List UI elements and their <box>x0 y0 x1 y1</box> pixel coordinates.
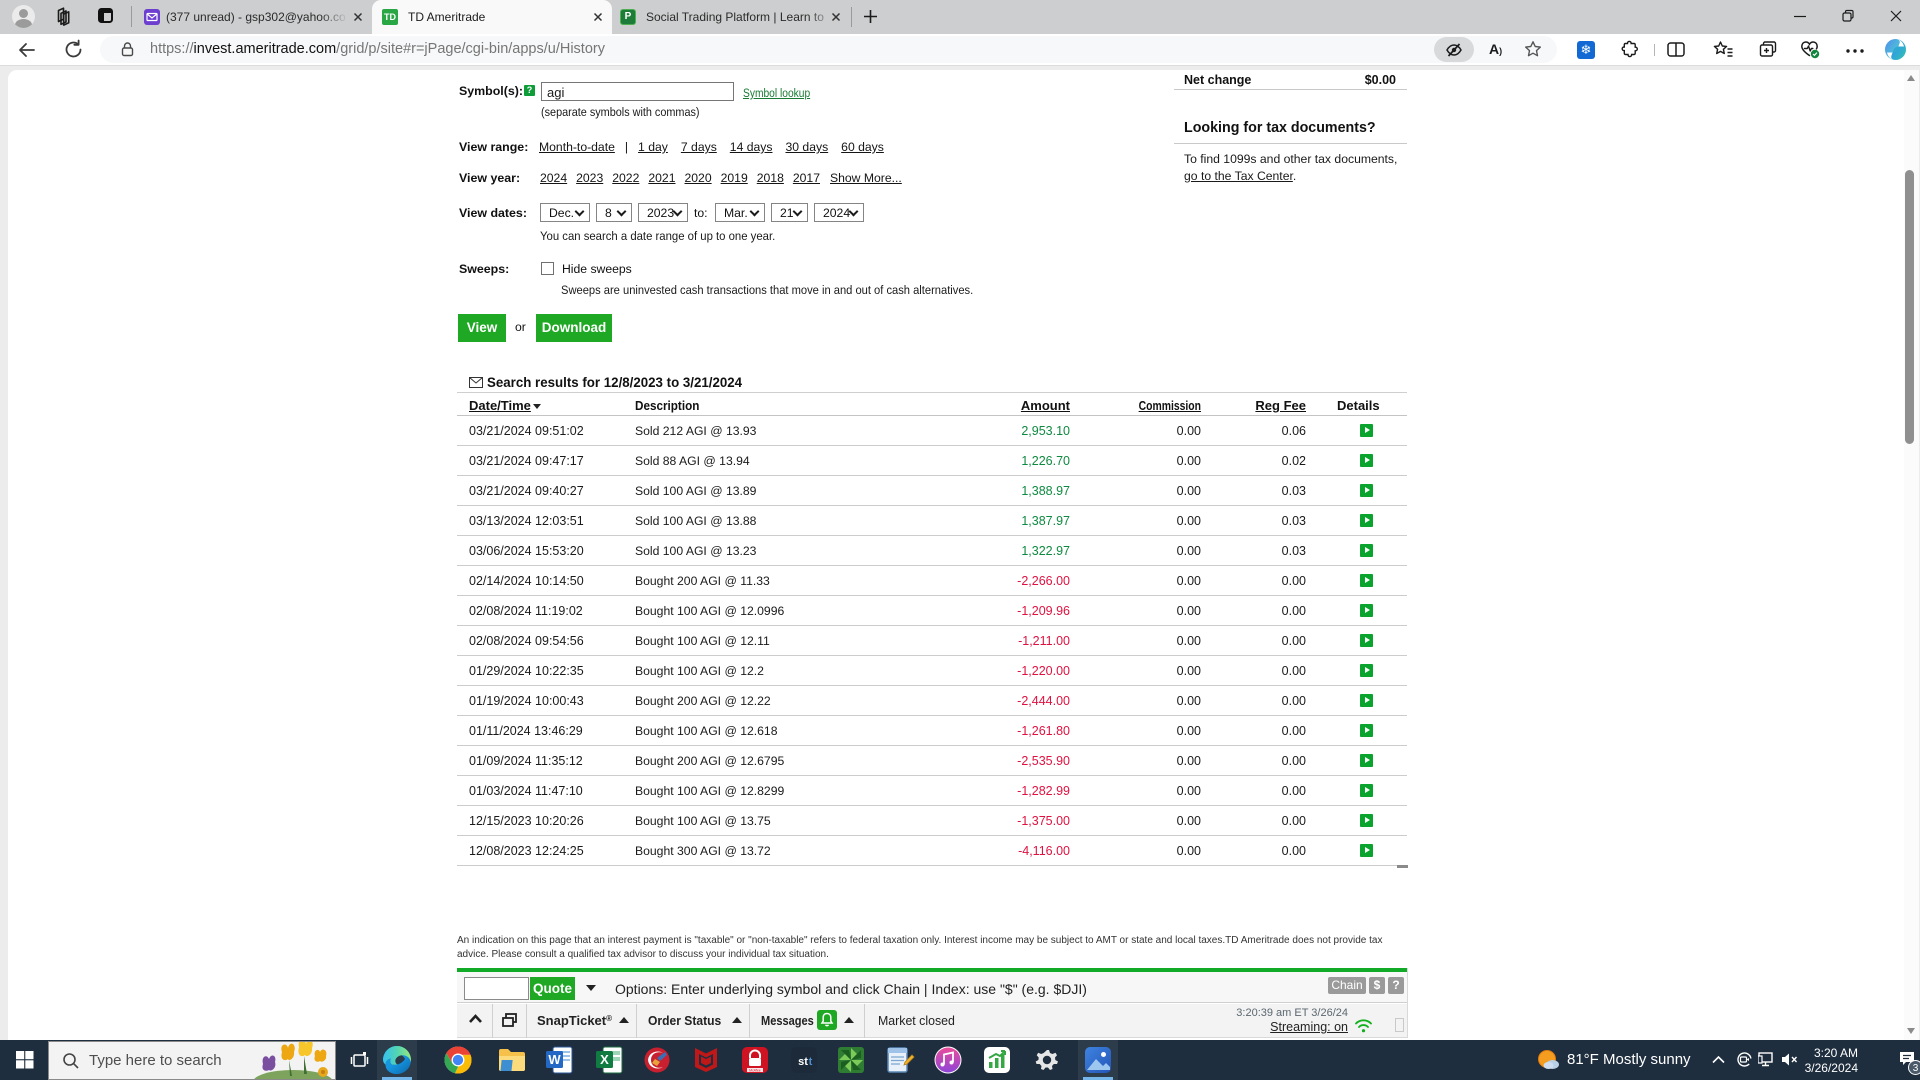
svg-text:X: X <box>600 1052 609 1067</box>
svg-text:W: W <box>548 1052 561 1067</box>
svg-text:st: st <box>798 1056 808 1068</box>
svg-text:t: t <box>809 1056 813 1068</box>
svg-text:McAfee: McAfee <box>749 1068 761 1072</box>
